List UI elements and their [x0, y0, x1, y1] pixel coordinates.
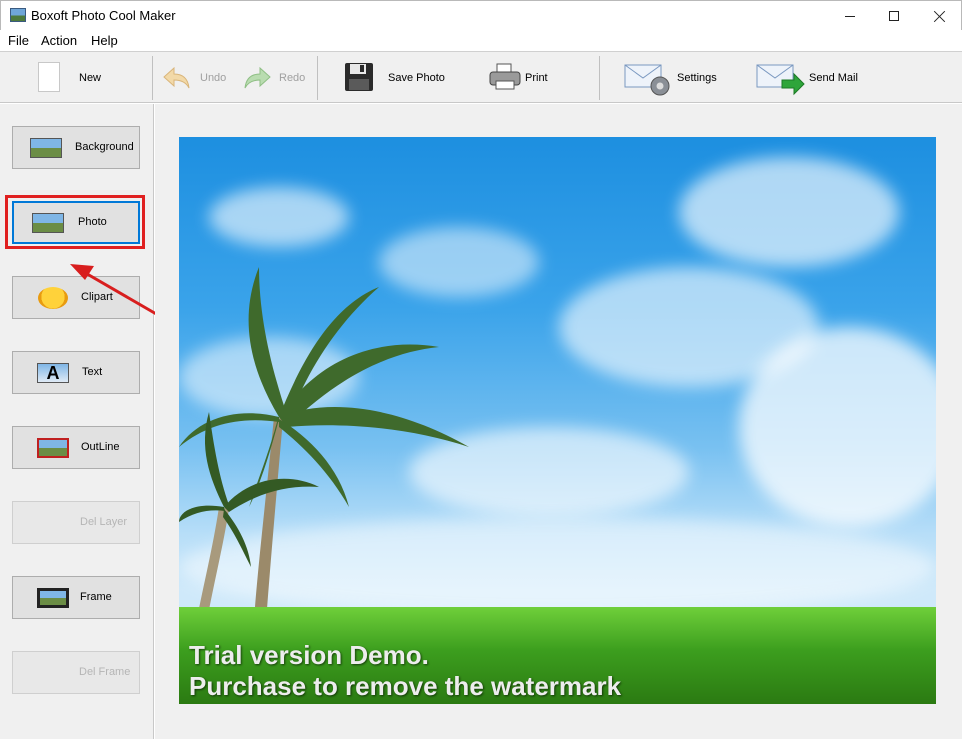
close-icon [934, 10, 946, 22]
del-layer-button[interactable]: Del Layer [12, 501, 140, 544]
new-button[interactable]: New [30, 58, 140, 98]
highlight-box [5, 195, 145, 249]
redo-arrow-icon [244, 66, 271, 89]
outline-button[interactable]: OutLine [12, 426, 140, 469]
save-photo-label: Save Photo [388, 72, 445, 84]
window-title: Boxoft Photo Cool Maker [31, 8, 176, 23]
redo-label: Redo [279, 72, 306, 84]
close-button[interactable] [917, 1, 962, 31]
print-button[interactable]: Print [486, 58, 576, 98]
title-bar: Boxoft Photo Cool Maker [0, 0, 962, 30]
menu-action[interactable]: Action [41, 33, 77, 48]
cloud [679, 157, 899, 267]
landscape-icon [30, 138, 62, 158]
toolbar-separator [599, 56, 600, 100]
background-label: Background [75, 141, 134, 153]
new-label: New [79, 72, 102, 84]
undo-label: Undo [200, 72, 227, 84]
palm-trees-illustration [179, 267, 469, 621]
del-frame-label: Del Frame [79, 666, 131, 678]
text-button[interactable]: A Text [12, 351, 140, 394]
background-button[interactable]: Background [12, 126, 140, 169]
settings-button[interactable]: Settings [622, 58, 732, 98]
text-label: Text [82, 366, 103, 378]
watermark-line-2: Purchase to remove the watermark [189, 671, 622, 701]
print-label: Print [525, 72, 548, 84]
del-layer-label: Del Layer [80, 516, 128, 528]
send-mail-button[interactable]: Send Mail [754, 58, 869, 98]
watermark-line-1: Trial version Demo. [189, 640, 429, 670]
send-mail-icon [756, 64, 805, 96]
send-mail-label: Send Mail [809, 72, 858, 84]
printer-icon [489, 63, 521, 90]
outline-label: OutLine [81, 441, 120, 453]
menu-file[interactable]: File [8, 33, 29, 48]
frame-icon [37, 588, 69, 608]
settings-envelope-icon [624, 64, 670, 96]
toolbar: New Undo Redo Save Photo Print Settings … [0, 51, 962, 103]
redo-button[interactable]: Redo [240, 58, 312, 98]
toolbar-separator [317, 56, 318, 100]
del-frame-button[interactable]: Del Frame [12, 651, 140, 694]
floppy-disk-icon [345, 63, 373, 91]
maximize-button[interactable] [871, 1, 917, 31]
text-a-icon: A [37, 363, 69, 383]
settings-label: Settings [677, 72, 717, 84]
outline-icon [37, 438, 69, 458]
app-icon [10, 8, 26, 22]
menu-bar: File Action Help [0, 30, 962, 51]
toolbar-separator [152, 56, 153, 100]
undo-button[interactable]: Undo [160, 58, 232, 98]
maximize-icon [889, 11, 899, 21]
frame-label: Frame [80, 591, 112, 603]
menu-help[interactable]: Help [91, 33, 118, 48]
frame-button[interactable]: Frame [12, 576, 140, 619]
cloud [209, 187, 349, 247]
undo-arrow-icon [163, 66, 190, 89]
minimize-icon [845, 15, 855, 17]
photo-canvas[interactable]: Trial version Demo. Purchase to remove t… [179, 137, 936, 704]
new-document-icon [38, 62, 60, 92]
save-photo-button[interactable]: Save Photo [340, 58, 460, 98]
cloud [739, 327, 936, 527]
minimize-button[interactable] [827, 1, 873, 31]
